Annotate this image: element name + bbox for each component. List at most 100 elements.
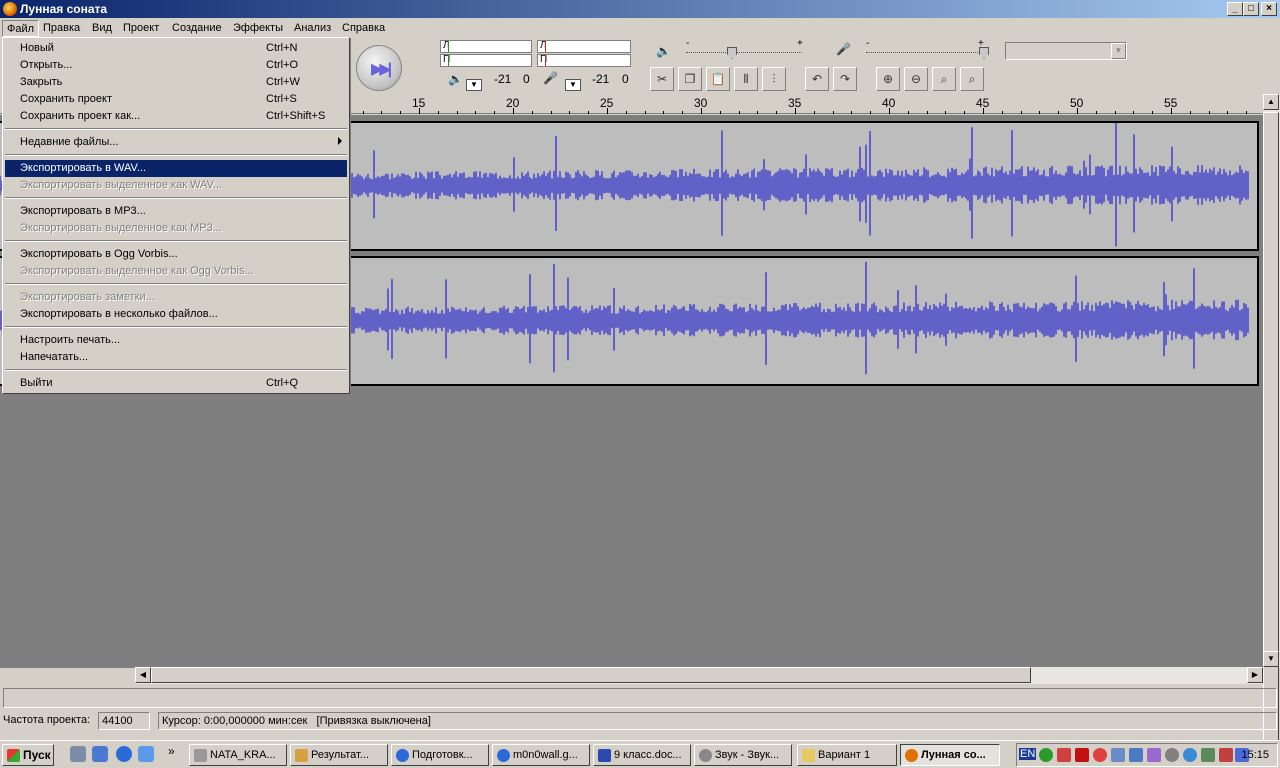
taskbar-item[interactable]: Звук - Звук...: [694, 744, 792, 766]
ruler-minor-tick: [682, 111, 683, 114]
menu-item-print[interactable]: Напечатать...: [5, 349, 347, 366]
input-meter-right: П: [537, 54, 631, 67]
tray-app-icon[interactable]: [1093, 748, 1107, 762]
menu-item-export-selection-mp3: Экспортировать выделенное как MP3...: [20, 222, 222, 234]
taskbar-item[interactable]: 9 класс.doc...: [593, 744, 691, 766]
menu-view[interactable]: Вид: [88, 20, 116, 37]
audacity-app-icon[interactable]: [3, 2, 17, 16]
menu-item-close[interactable]: Закрыть Ctrl+W: [5, 74, 347, 91]
ruler-minor-tick: [1246, 111, 1247, 114]
taskbar-item[interactable]: Подготовк...: [391, 744, 489, 766]
fit-selection-button[interactable]: ⌕: [932, 67, 956, 91]
quicklaunch-more-icon[interactable]: »: [168, 744, 175, 758]
tray-network-icon[interactable]: [1111, 748, 1125, 762]
menu-file[interactable]: Файл: [2, 20, 40, 37]
scroll-up-button[interactable]: ▲: [1263, 94, 1279, 110]
fit-selection-icon: ⌕: [940, 72, 948, 86]
menu-generate[interactable]: Создание: [168, 20, 226, 37]
ruler-major-tick: [983, 108, 984, 114]
quicklaunch-ie-icon[interactable]: [116, 746, 132, 762]
taskbar-item[interactable]: Результат...: [290, 744, 388, 766]
tray-clock: 15:15: [1241, 749, 1269, 761]
scroll-right-button[interactable]: ▶: [1247, 667, 1263, 683]
menu-item-recent-files[interactable]: Недавние файлы...: [5, 134, 347, 151]
skip-to-end-button[interactable]: ▶▶|: [356, 45, 402, 91]
chevron-down-icon: ▼: [1111, 43, 1126, 59]
vertical-scroll-thumb[interactable]: [1263, 112, 1279, 742]
output-db-label: -21: [494, 72, 512, 86]
menu-item-save-project-as[interactable]: Сохранить проект как... Ctrl+Shift+S: [5, 108, 347, 125]
copy-button[interactable]: ❐: [678, 67, 702, 91]
tray-app-icon-4[interactable]: [1183, 748, 1197, 762]
speaker-icon[interactable]: 🔈: [448, 72, 463, 86]
silence-button[interactable]: ⫶: [762, 67, 786, 91]
quicklaunch-media-icon[interactable]: [138, 746, 154, 762]
taskbar-item[interactable]: m0n0wall.g...: [492, 744, 590, 766]
quicklaunch-desktop-icon[interactable]: [70, 746, 86, 762]
tray-network-icon-2[interactable]: [1129, 748, 1143, 762]
menu-analyze[interactable]: Анализ: [290, 20, 335, 37]
input-meter-dropdown[interactable]: ▼: [565, 79, 581, 91]
tray-volume-icon[interactable]: [1057, 748, 1071, 762]
maximize-button[interactable]: □: [1243, 2, 1259, 16]
menu-project[interactable]: Проект: [119, 20, 163, 37]
vertical-scrollbar[interactable]: ▲ ▼: [1263, 94, 1280, 742]
paste-icon: 📋: [710, 72, 726, 86]
tray-antivirus-icon[interactable]: [1075, 748, 1089, 762]
minimize-button[interactable]: _: [1227, 2, 1243, 16]
horizontal-scroll-thumb[interactable]: [151, 667, 1031, 683]
menu-item-new[interactable]: Новый Ctrl+N: [5, 40, 347, 57]
horizontal-scrollbar[interactable]: ◀ ▶: [135, 667, 1263, 684]
tray-app-icon-6[interactable]: [1219, 748, 1233, 762]
fit-project-button[interactable]: ⌕: [960, 67, 984, 91]
taskbar-item[interactable]: Вариант 1: [797, 744, 897, 766]
menu-item-export-wav[interactable]: Экспортировать в WAV...: [5, 160, 347, 177]
menu-separator: [5, 128, 347, 130]
microphone-icon[interactable]: 🎤: [543, 71, 558, 85]
close-button[interactable]: ×: [1261, 2, 1277, 16]
undo-button[interactable]: ↶: [805, 67, 829, 91]
menu-item-export-ogg[interactable]: Экспортировать в Ogg Vorbis...: [5, 246, 347, 263]
paste-button[interactable]: 📋: [706, 67, 730, 91]
scroll-down-button[interactable]: ▼: [1263, 651, 1279, 667]
menu-item-exit[interactable]: Выйти Ctrl+Q: [5, 375, 347, 392]
menu-item-open[interactable]: Открыть... Ctrl+O: [5, 57, 347, 74]
ruler-major-tick: [607, 108, 608, 114]
trim-button[interactable]: ⫴: [734, 67, 758, 91]
ruler-minor-tick: [1209, 111, 1210, 114]
ruler-minor-tick: [851, 111, 852, 114]
menu-item-export-mp3[interactable]: Экспортировать в MP3...: [5, 203, 347, 220]
cut-button[interactable]: ✂: [650, 67, 674, 91]
windows-logo-icon: [7, 749, 20, 762]
output-meter-dropdown[interactable]: ▼: [466, 79, 482, 91]
menu-item-export-labels: Экспортировать заметки...: [20, 291, 155, 303]
zoom-out-button[interactable]: ⊖: [904, 67, 928, 91]
ruler-minor-tick: [532, 111, 533, 114]
input-source-select[interactable]: ▼: [1005, 42, 1127, 60]
fit-project-icon: ⌕: [968, 72, 976, 86]
recording-minus-label: -: [866, 38, 870, 49]
tray-app-icon-3[interactable]: [1165, 748, 1179, 762]
zoom-in-button[interactable]: ⊕: [876, 67, 900, 91]
start-button[interactable]: Пуск: [2, 744, 54, 766]
scroll-left-button[interactable]: ◀: [135, 667, 151, 683]
tray-info-icon[interactable]: [1039, 748, 1053, 762]
project-rate-field[interactable]: 44100: [98, 712, 150, 730]
taskbar-item[interactable]: NATA_KRA...: [189, 744, 287, 766]
quicklaunch-explorer-icon[interactable]: [92, 746, 108, 762]
ruler-minor-tick: [400, 111, 401, 114]
menu-effects[interactable]: Эффекты: [229, 20, 287, 37]
menu-help[interactable]: Справка: [338, 20, 389, 37]
taskbar-item-active[interactable]: Лунная со...: [900, 744, 1000, 766]
menu-item-save-project[interactable]: Сохранить проект Ctrl+S: [5, 91, 347, 108]
menu-edit[interactable]: Правка: [39, 20, 84, 37]
tray-app-icon-5[interactable]: [1201, 748, 1215, 762]
redo-button[interactable]: ↷: [833, 67, 857, 91]
menu-item-page-setup[interactable]: Настроить печать...: [5, 332, 347, 349]
ruler-minor-tick: [720, 111, 721, 114]
window-title: Лунная соната: [20, 2, 108, 16]
menu-item-export-multiple[interactable]: Экспортировать в несколько файлов...: [5, 306, 347, 323]
tray-app-icon-2[interactable]: [1147, 748, 1161, 762]
language-indicator[interactable]: EN: [1019, 748, 1037, 760]
ruler-minor-tick: [1039, 111, 1040, 114]
